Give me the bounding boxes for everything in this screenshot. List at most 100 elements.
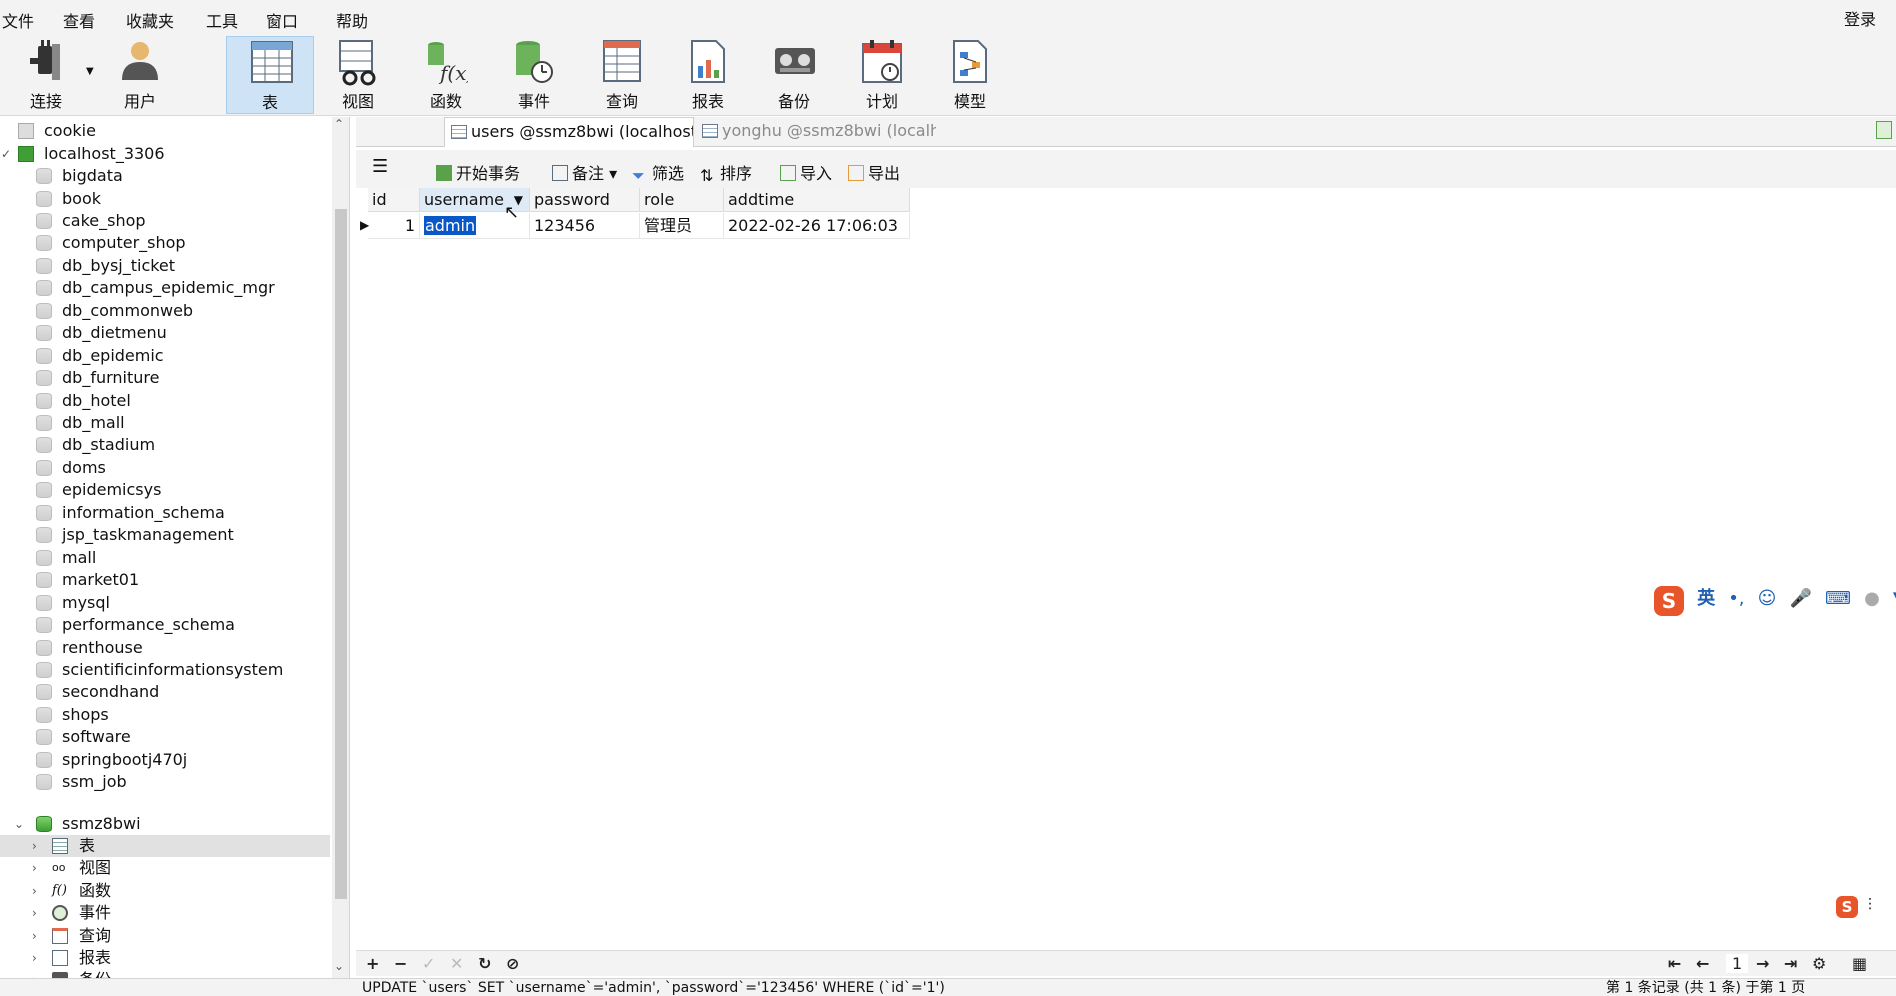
keyboard-icon[interactable]: ⌨ — [1825, 588, 1851, 609]
microphone-icon[interactable]: 🎤 — [1789, 588, 1811, 609]
backup-button[interactable]: 备份 — [750, 36, 838, 114]
prev-page-icon[interactable]: ← — [1696, 954, 1709, 973]
tree-item-functions[interactable]: › f() 函数 — [0, 880, 330, 902]
menu-favorites[interactable]: 收藏夹 — [126, 8, 174, 32]
menu-help[interactable]: 帮助 — [336, 8, 368, 32]
tree-db-item[interactable]: db_stadium — [0, 434, 330, 456]
chevron-right-icon[interactable]: › — [32, 880, 37, 902]
info-pane-icon[interactable] — [1876, 121, 1892, 139]
ime-toolbar[interactable]: S 英 •, ☺ 🎤 ⌨ ● ▼ — [1654, 584, 1896, 616]
ime-language-toggle[interactable]: 英 — [1697, 588, 1715, 609]
cell-id[interactable]: 1 — [368, 213, 420, 239]
begin-transaction-button[interactable]: 开始事务 — [436, 160, 520, 184]
tree-db-item[interactable]: shops — [0, 704, 330, 726]
emoji-icon[interactable]: ☺ — [1758, 588, 1777, 609]
add-record-icon[interactable]: + — [366, 954, 379, 973]
hamburger-menu-icon[interactable]: ☰ — [372, 156, 388, 177]
tree-db-item[interactable]: software — [0, 726, 330, 748]
connect-button[interactable]: ▼ 连接 — [2, 36, 94, 114]
tree-db-item[interactable]: secondhand — [0, 681, 330, 703]
tree-db-item[interactable]: db_bysj_ticket — [0, 255, 330, 277]
tree-connection-localhost[interactable]: ✓ localhost_3306 — [0, 143, 330, 165]
delete-record-icon[interactable]: − — [394, 954, 407, 973]
next-page-icon[interactable]: → — [1756, 954, 1769, 973]
tree-db-item[interactable]: book — [0, 188, 330, 210]
scroll-down-icon[interactable]: ⌄ — [334, 959, 344, 973]
tab-users[interactable]: users @ssmz8bwi (localhost... — [444, 117, 694, 147]
tree-db-item[interactable]: doms — [0, 457, 330, 479]
scrollbar-thumb[interactable] — [335, 209, 347, 899]
column-header-id[interactable]: id — [368, 188, 420, 212]
chevron-down-icon[interactable]: ▼ — [86, 66, 94, 77]
stop-icon[interactable]: ⊘ — [506, 954, 519, 973]
column-header-role[interactable]: role — [640, 188, 724, 212]
column-header-addtime[interactable]: addtime — [724, 188, 910, 212]
tree-db-item[interactable]: scientificinformationsystem — [0, 659, 330, 681]
tree-item-queries[interactable]: › 查询 — [0, 925, 330, 947]
view-button[interactable]: 视图 — [314, 36, 402, 114]
tree-item-reports[interactable]: › 报表 — [0, 947, 330, 969]
tree-db-item[interactable]: db_campus_epidemic_mgr — [0, 277, 330, 299]
cell-password[interactable]: 123456 — [530, 213, 640, 239]
tree-db-item[interactable]: performance_schema — [0, 614, 330, 636]
tree-db-item[interactable]: springbootj470j — [0, 749, 330, 771]
ime-mini-toolbar[interactable]: S ⋮ — [1836, 896, 1877, 918]
punctuation-icon[interactable]: •, — [1728, 588, 1744, 609]
model-button[interactable]: 模型 — [926, 36, 1014, 114]
grid-view-icon[interactable]: ▦ — [1852, 954, 1867, 973]
cell-role[interactable]: 管理员 — [640, 213, 724, 239]
tree-item-tables[interactable]: › 表 — [0, 835, 330, 857]
tree-db-item[interactable]: mysql — [0, 592, 330, 614]
chevron-right-icon[interactable]: › — [32, 902, 37, 924]
tree-db-ssmz8bwi[interactable]: ⌄ ssmz8bwi — [0, 813, 330, 835]
apply-changes-icon[interactable]: ✓ — [422, 954, 435, 973]
chevron-right-icon[interactable]: › — [32, 925, 37, 947]
tree-db-item[interactable]: jsp_taskmanagement — [0, 524, 330, 546]
tree-db-item[interactable]: epidemicsys — [0, 479, 330, 501]
tree-connection-cookie[interactable]: cookie — [0, 120, 330, 142]
tree-db-item[interactable]: information_schema — [0, 502, 330, 524]
tab-yonghu[interactable]: yonghu @ssmz8bwi (localh... — [696, 117, 936, 147]
chevron-right-icon[interactable]: › — [32, 857, 37, 879]
user-icon[interactable]: ● — [1864, 588, 1880, 609]
tree-db-item[interactable]: db_mall — [0, 412, 330, 434]
ime-menu-icon[interactable]: ⋮ — [1863, 896, 1877, 912]
tree-db-item[interactable]: bigdata — [0, 165, 330, 187]
refresh-icon[interactable]: ↻ — [478, 954, 491, 973]
settings-gear-icon[interactable]: ⚙ — [1812, 954, 1826, 973]
cell-username-value[interactable]: admin — [424, 216, 477, 235]
tree-db-item[interactable]: db_hotel — [0, 390, 330, 412]
chevron-right-icon[interactable]: › — [32, 835, 37, 857]
tree-db-item[interactable]: ssm_job — [0, 771, 330, 793]
tree-db-item[interactable]: db_furniture — [0, 367, 330, 389]
event-button[interactable]: 事件 — [490, 36, 578, 114]
report-button[interactable]: 报表 — [664, 36, 752, 114]
query-button[interactable]: 查询 — [578, 36, 666, 114]
page-number-input[interactable]: 1 — [1726, 954, 1749, 973]
last-page-icon[interactable]: ⇥ — [1784, 954, 1797, 973]
table-button[interactable]: 表 — [226, 36, 314, 114]
menu-view[interactable]: 查看 — [63, 8, 95, 32]
chevron-down-icon[interactable]: ⌄ — [14, 813, 24, 835]
function-button[interactable]: f(x) 函数 — [402, 36, 490, 114]
tree-db-item[interactable]: db_epidemic — [0, 345, 330, 367]
menu-tools[interactable]: 工具 — [206, 8, 238, 32]
import-button[interactable]: 导入 — [780, 160, 832, 184]
user-button[interactable]: 用户 — [96, 36, 184, 114]
chevron-right-icon[interactable]: › — [32, 947, 37, 969]
tree-db-item[interactable]: cake_shop — [0, 210, 330, 232]
tree-scrollbar[interactable]: ⌃ ⌄ — [332, 117, 349, 979]
menu-window[interactable]: 窗口 — [266, 8, 298, 32]
tree-db-item[interactable]: market01 — [0, 569, 330, 591]
filter-button[interactable]: ⏷ 筛选 — [632, 160, 684, 185]
cell-addtime[interactable]: 2022-02-26 17:06:03 — [724, 213, 910, 239]
sort-button[interactable]: ⇅ 排序 — [700, 160, 752, 185]
note-button[interactable]: 备注 ▾ — [552, 160, 617, 184]
first-page-icon[interactable]: ⇤ — [1668, 954, 1681, 973]
tree-item-views[interactable]: › oo 视图 — [0, 857, 330, 879]
schedule-button[interactable]: 计划 — [838, 36, 926, 114]
tree-db-item[interactable]: computer_shop — [0, 232, 330, 254]
tree-db-item[interactable]: renthouse — [0, 637, 330, 659]
tree-db-item[interactable]: db_commonweb — [0, 300, 330, 322]
login-button[interactable]: 登录 — [1844, 6, 1876, 30]
